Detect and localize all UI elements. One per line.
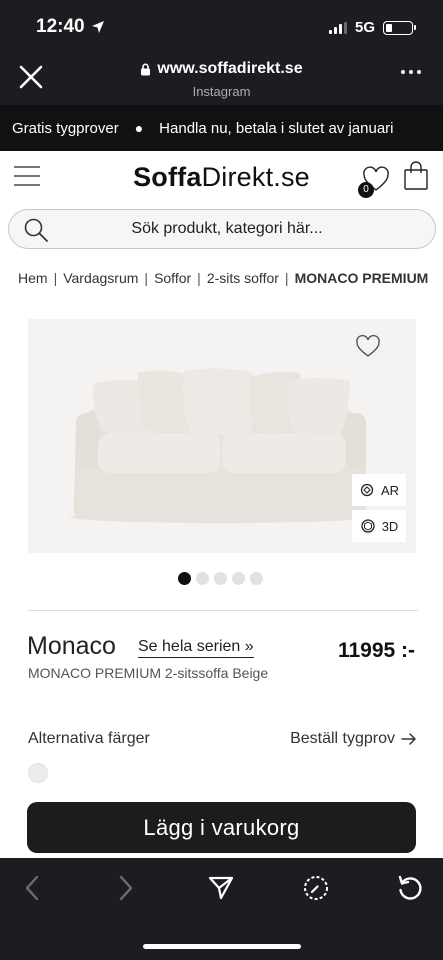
breadcrumb: Hem | Vardagsrum | Soffor | 2-sits soffor | MONA… <box>18 270 428 286</box>
add-to-cart-button[interactable]: Lägg i varukorg <box>27 802 416 853</box>
logo-bold: Soffa <box>133 162 202 192</box>
breadcrumb-sofas[interactable]: Soffor <box>154 270 191 286</box>
breadcrumb-home[interactable]: Hem <box>18 270 48 286</box>
cube-icon <box>361 519 375 533</box>
forward-icon[interactable] <box>110 872 142 904</box>
carousel-dot[interactable] <box>196 572 209 585</box>
breadcrumb-2-seat-sofas[interactable]: 2-sits soffor <box>207 270 279 286</box>
promo-bar: Gratis tygprover ● Handla nu, betala i s… <box>0 105 443 151</box>
product-price: 11995 :- <box>337 639 415 662</box>
breadcrumb-separator: | <box>144 270 149 286</box>
breadcrumb-separator: | <box>284 270 289 286</box>
wishlist-count: 0 <box>358 181 374 198</box>
see-series-link[interactable]: Se hela serien » <box>138 638 254 658</box>
promo-separator: ● <box>134 120 144 136</box>
product-image[interactable]: AR 3D <box>28 319 416 553</box>
breadcrumb-living-room[interactable]: Vardagsrum <box>63 270 138 286</box>
reload-icon[interactable] <box>394 872 426 904</box>
alternative-colors-label: Alternativa färger <box>28 730 150 747</box>
lock-icon <box>141 63 151 75</box>
url-text: www.soffadirekt.se <box>157 60 303 77</box>
3d-label: 3D <box>381 518 399 534</box>
promo-pay-later: Handla nu, betala i slutet av januari <box>159 119 394 137</box>
3d-view-button[interactable]: 3D <box>352 510 406 542</box>
search-placeholder: Sök produkt, kategori här... <box>131 220 323 237</box>
site-header: SoffaDirekt.se 0 <box>0 151 443 206</box>
more-options-icon[interactable] <box>401 70 421 74</box>
carousel-dot[interactable] <box>178 572 191 585</box>
ar-icon <box>360 483 374 497</box>
status-indicators: 5G <box>328 19 416 36</box>
carousel-dot[interactable] <box>232 572 245 585</box>
browser-bottom-bar <box>0 858 443 960</box>
ar-view-button[interactable]: AR <box>352 474 406 506</box>
divider <box>28 610 418 611</box>
status-time-text: 12:40 <box>36 16 85 37</box>
wishlist-icon[interactable]: 0 <box>358 164 391 198</box>
back-icon[interactable] <box>16 872 48 904</box>
cart-bag-icon[interactable] <box>403 161 429 196</box>
home-indicator <box>143 944 301 949</box>
breadcrumb-separator: | <box>197 270 201 286</box>
carousel-dot[interactable] <box>250 572 263 585</box>
status-time: 12:40 <box>36 16 105 38</box>
logo-regular: Direkt.se <box>201 162 310 192</box>
arrow-right-icon <box>401 733 416 745</box>
breadcrumb-separator: | <box>53 270 58 286</box>
breadcrumb-current: MONACO PREMIUM 2-sitssoffa Beige <box>294 270 428 286</box>
product-name: Monaco <box>27 632 116 660</box>
url-bar[interactable]: www.soffadirekt.se Instagram <box>0 60 443 99</box>
order-sample-link[interactable]: Beställ tygprov <box>290 730 417 748</box>
location-arrow-icon <box>91 21 104 33</box>
browser-top-bar: 12:40 5G www.soffadirekt.se Instagram <box>0 0 443 105</box>
ar-label: AR <box>380 482 400 498</box>
search-input[interactable]: Sök produkt, kategori här... <box>8 209 436 249</box>
promo-free-samples: Gratis tygprover <box>12 119 119 137</box>
network-label: 5G <box>354 19 375 36</box>
url-source: Instagram <box>192 83 251 99</box>
color-swatch[interactable] <box>28 763 48 783</box>
product-description: MONACO PREMIUM 2-sitssoffa Beige <box>28 665 269 681</box>
favorite-icon[interactable] <box>355 334 381 358</box>
header-actions: 0 <box>358 161 429 198</box>
image-carousel-dots <box>178 572 263 585</box>
signal-icon <box>328 21 347 34</box>
order-sample-label: Beställ tygprov <box>290 730 395 747</box>
search-icon <box>24 218 48 242</box>
safari-compass-icon[interactable] <box>300 872 332 904</box>
share-icon[interactable] <box>205 872 237 904</box>
carousel-dot[interactable] <box>214 572 227 585</box>
battery-icon <box>383 20 416 35</box>
